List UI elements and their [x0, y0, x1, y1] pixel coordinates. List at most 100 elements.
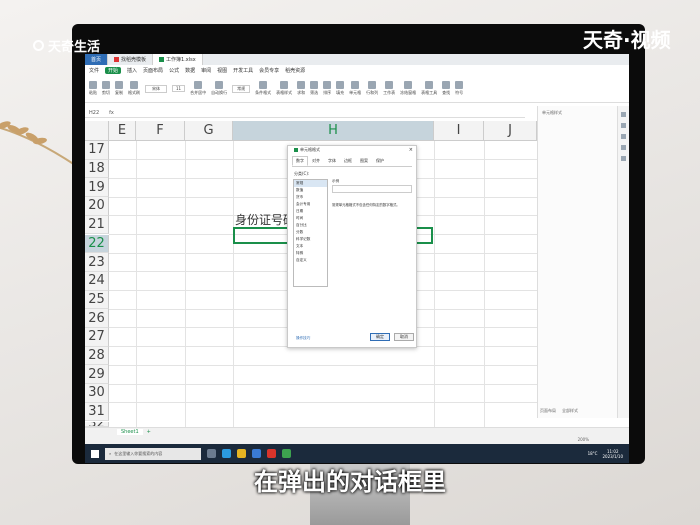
clock[interactable]: 11:02 2023/1/10 — [602, 449, 623, 459]
add-sheet-icon[interactable]: + — [147, 429, 151, 435]
category-item[interactable]: 分数 — [294, 229, 327, 236]
fill-button[interactable]: 填充 — [336, 81, 345, 96]
category-item[interactable]: 日期 — [294, 208, 327, 215]
format-painter-button[interactable]: 格式刷 — [128, 81, 140, 96]
number-format-select[interactable]: 常规 — [232, 84, 251, 93]
menu-start[interactable]: 开始 — [105, 66, 122, 74]
row-header-29[interactable]: 29 — [85, 365, 109, 385]
menu-page-layout[interactable]: 页面布局 — [143, 67, 163, 74]
sort-button[interactable]: 排序 — [323, 81, 332, 96]
freeze-button[interactable]: 冻结窗格 — [400, 81, 416, 96]
column-header-f[interactable]: F — [136, 121, 185, 141]
edge-icon[interactable] — [222, 449, 231, 458]
category-item[interactable]: 自定义 — [294, 257, 327, 264]
ok-button[interactable]: 确定 — [370, 333, 390, 341]
row-header-24[interactable]: 24 — [85, 271, 109, 291]
cut-button[interactable]: 剪切 — [102, 81, 110, 96]
tab-alignment[interactable]: 对齐 — [308, 156, 324, 166]
category-item[interactable]: 百分比 — [294, 222, 327, 229]
menu-insert[interactable]: 插入 — [127, 67, 137, 74]
row-header-31[interactable]: 31 — [85, 402, 109, 422]
filter-button[interactable]: 筛选 — [310, 81, 319, 96]
row-header-20[interactable]: 20 — [85, 197, 109, 216]
tab-font[interactable]: 字体 — [324, 156, 340, 166]
category-item[interactable]: 特殊 — [294, 250, 327, 257]
cell-button[interactable]: 单元格 — [349, 81, 361, 96]
category-item[interactable]: 数值 — [294, 187, 327, 194]
menu-view[interactable]: 视图 — [217, 67, 227, 74]
copy-button[interactable]: 复制 — [115, 81, 123, 96]
windows-start-icon[interactable] — [91, 449, 99, 458]
symbol-button[interactable]: 符号 — [455, 81, 464, 96]
wrap-text-button[interactable]: 自动换行 — [211, 81, 227, 96]
explorer-icon[interactable] — [237, 449, 246, 458]
wps-icon[interactable] — [267, 449, 276, 458]
row-header-27[interactable]: 27 — [85, 328, 109, 347]
menu-member[interactable]: 会员专享 — [259, 67, 279, 74]
weather-temp[interactable]: 18°C — [588, 451, 598, 456]
column-header-i[interactable]: I — [434, 121, 484, 141]
row-header-25[interactable]: 25 — [85, 290, 109, 310]
style-tool-icon[interactable] — [621, 123, 626, 128]
row-header-21[interactable]: 21 — [85, 215, 109, 235]
cancel-button[interactable]: 取消 — [394, 333, 414, 341]
row-header-28[interactable]: 28 — [85, 346, 109, 366]
row-header-23[interactable]: 23 — [85, 253, 109, 272]
tab-border[interactable]: 边框 — [340, 156, 356, 166]
operation-tips-link[interactable]: 操作技巧 — [296, 336, 310, 341]
row-header-17[interactable]: 17 — [85, 141, 109, 160]
font-select[interactable]: 宋体 — [145, 84, 167, 93]
backup-tool-icon[interactable] — [621, 145, 626, 150]
tab-templates[interactable]: 找稻壳模板 — [108, 54, 154, 65]
row-header-30[interactable]: 30 — [85, 384, 109, 403]
sheet-tab-sheet1[interactable]: Sheet1 — [117, 428, 143, 435]
zoom-level[interactable]: 200% — [578, 437, 589, 442]
conditional-format-button[interactable]: 条件格式 — [255, 81, 271, 96]
select-all-corner[interactable] — [85, 121, 109, 141]
menu-developer[interactable]: 开发工具 — [233, 67, 253, 74]
sum-button[interactable]: 求和 — [297, 81, 306, 96]
paste-button[interactable]: 粘贴 — [89, 81, 97, 96]
column-header-g[interactable]: G — [185, 121, 233, 141]
store-icon[interactable] — [252, 449, 261, 458]
fx-icon[interactable]: fx — [109, 110, 114, 116]
menu-formula[interactable]: 公式 — [169, 67, 179, 74]
property-tool-icon[interactable] — [621, 134, 626, 139]
category-item[interactable]: 时间 — [294, 215, 327, 222]
row-header-18[interactable]: 18 — [85, 159, 109, 179]
table-tools-button[interactable]: 表格工具 — [421, 81, 437, 96]
side-panel-all-styles[interactable]: 全部样式 — [562, 408, 578, 414]
row-header-19[interactable]: 19 — [85, 178, 109, 198]
menu-data[interactable]: 数据 — [185, 67, 195, 74]
category-item[interactable]: 会计专用 — [294, 201, 327, 208]
task-view-icon[interactable] — [207, 449, 216, 458]
column-header-e[interactable]: E — [109, 121, 136, 141]
category-item[interactable]: 常规 — [294, 180, 327, 187]
menu-resources[interactable]: 稻壳资源 — [285, 67, 305, 74]
find-button[interactable]: 查找 — [442, 81, 451, 96]
chrome-icon[interactable] — [282, 449, 291, 458]
tab-number[interactable]: 数字 — [292, 156, 308, 166]
select-tool-icon[interactable] — [621, 112, 626, 117]
column-header-h[interactable]: H — [233, 121, 434, 141]
cell-h21-text[interactable]: 身份证号码 — [235, 211, 295, 228]
tab-home[interactable]: 首页 — [85, 54, 109, 65]
category-item[interactable]: 货币 — [294, 194, 327, 201]
tab-pattern[interactable]: 图案 — [356, 156, 372, 166]
worksheet-button[interactable]: 工作表 — [383, 81, 395, 96]
name-box[interactable]: H22 — [89, 110, 99, 116]
tab-workbook[interactable]: 工作簿1.xlsx — [153, 54, 203, 65]
tab-protection[interactable]: 保护 — [372, 156, 388, 166]
category-item[interactable]: 科学记数 — [294, 236, 327, 243]
row-col-button[interactable]: 行和列 — [366, 81, 378, 96]
category-item[interactable]: 文本 — [294, 243, 327, 250]
font-size-select[interactable]: 11 — [172, 85, 186, 92]
menu-review[interactable]: 审阅 — [201, 67, 211, 74]
column-header-j[interactable]: J — [484, 121, 537, 141]
table-style-button[interactable]: 表格样式 — [276, 81, 292, 96]
merge-center-button[interactable]: 合并居中 — [190, 81, 206, 96]
row-header-22[interactable]: 22 — [85, 234, 109, 254]
taskbar-search-input[interactable]: ⌕ 在这里输入你要搜索的内容 — [105, 447, 201, 460]
menu-file[interactable]: 文件 — [89, 67, 99, 74]
row-header-26[interactable]: 26 — [85, 309, 109, 328]
